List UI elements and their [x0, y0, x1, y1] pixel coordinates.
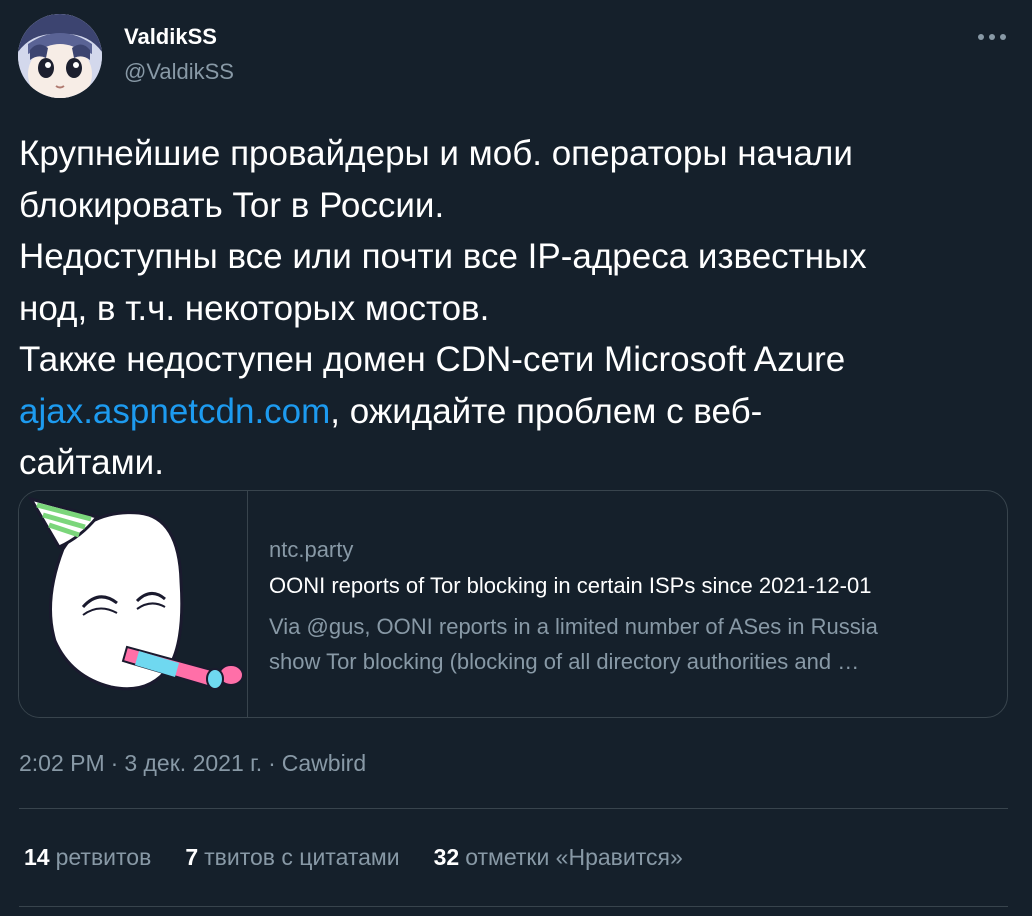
tweet-text-line: ajax.aspnetcdn.com, ожидайте проблем с в…	[19, 386, 1014, 438]
party-face-image	[27, 496, 244, 691]
quote-tweets-stat[interactable]: 7 твитов с цитатами	[185, 844, 399, 871]
divider	[19, 906, 1008, 907]
quotes-label: твитов с цитатами	[204, 844, 400, 870]
retweets-label: ретвитов	[55, 844, 152, 870]
tweet-text-line: Также недоступен домен CDN-сети Microsof…	[19, 340, 846, 379]
card-description-line: Via @gus, OONI reports in a limited numb…	[269, 614, 878, 639]
tweet: ValdikSS @ValdikSS Крупнейшие провайдеры…	[0, 0, 1032, 916]
author-handle[interactable]: @ValdikSS	[124, 59, 234, 85]
tweet-text-line: Недоступны все или почти все IP-адреса и…	[19, 237, 867, 276]
card-description: Via @gus, OONI reports in a limited numb…	[269, 609, 989, 679]
retweets-count: 14	[24, 844, 50, 870]
card-domain: ntc.party	[269, 537, 354, 562]
author-display-name[interactable]: ValdikSS	[124, 24, 217, 50]
card-title: OONI reports of Tor blocking in certain …	[269, 573, 872, 598]
tweet-time[interactable]: 2:02 PM	[19, 750, 105, 776]
tweet-text-fragment: , ожидайте проблем с веб-	[330, 391, 763, 431]
tweet-meta: 2:02 PM · 3 дек. 2021 г. · Cawbird	[19, 750, 366, 777]
tweet-text-line: сайтами.	[19, 443, 164, 482]
tweet-stats: 14 ретвитов 7 твитов с цитатами 32 отметки …	[24, 844, 717, 871]
separator: ·	[268, 750, 276, 776]
tweet-text-line: Крупнейшие провайдеры и моб. операторы н…	[19, 134, 853, 173]
likes-stat[interactable]: 32 отметки «Нравится»	[434, 844, 683, 871]
separator: ·	[110, 750, 119, 776]
tweet-text-line: нод, в т.ч. некоторых мостов.	[19, 288, 490, 328]
avatar-image	[18, 14, 102, 98]
more-button[interactable]	[968, 20, 1016, 54]
quotes-count: 7	[185, 844, 199, 870]
likes-count: 32	[433, 844, 460, 870]
tweet-text: Крупнейшие провайдеры и моб. операторы н…	[19, 128, 1014, 489]
avatar[interactable]	[18, 14, 102, 98]
more-horizontal-icon	[978, 34, 1006, 40]
likes-label: отметки «Нравится»	[465, 844, 683, 870]
tweet-client[interactable]: Cawbird	[282, 750, 366, 776]
tweet-date[interactable]: 3 дек. 2021 г.	[124, 750, 262, 776]
card-description-line: show Tor blocking (blocking of all direc…	[269, 649, 860, 674]
tweet-link[interactable]: ajax.aspnetcdn.com	[19, 392, 330, 431]
retweets-stat[interactable]: 14 ретвитов	[24, 844, 151, 871]
link-preview-card[interactable]: ntc.party OONI reports of Tor blocking i…	[18, 490, 1008, 718]
card-thumbnail	[19, 491, 248, 717]
tweet-text-line: блокировать Tor в России.	[19, 185, 445, 225]
divider	[19, 808, 1008, 809]
